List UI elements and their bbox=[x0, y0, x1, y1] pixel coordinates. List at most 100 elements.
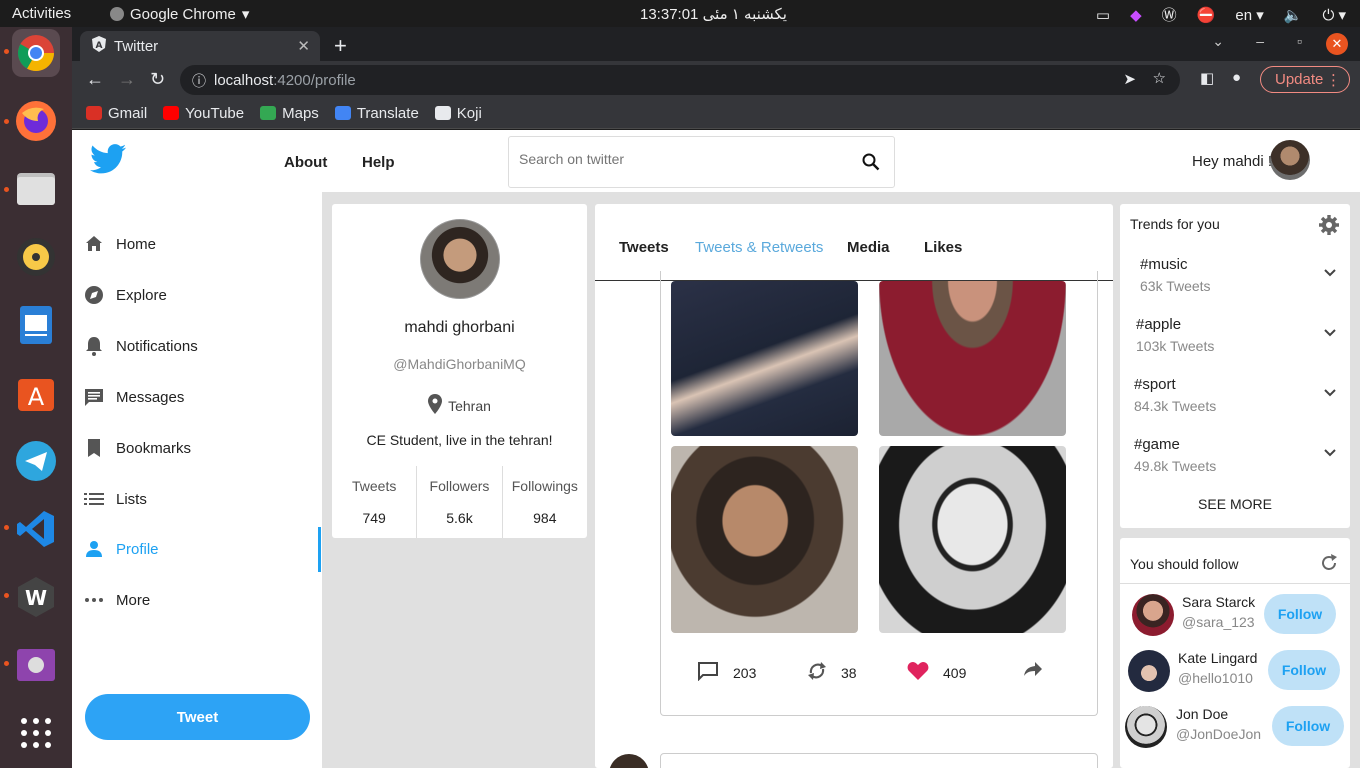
user-avatar[interactable] bbox=[1270, 140, 1310, 180]
avatar[interactable] bbox=[1128, 650, 1170, 692]
sidebar-item-messages[interactable]: Messages bbox=[84, 382, 184, 412]
webcatalog-dock-icon[interactable]: W bbox=[12, 573, 60, 621]
software-center-dock-icon[interactable]: A bbox=[12, 369, 60, 417]
close-tab-icon[interactable]: ✕ bbox=[297, 37, 310, 55]
retweet-button[interactable]: 38 bbox=[807, 661, 857, 684]
profile-icon[interactable]: ● bbox=[1232, 69, 1241, 86]
share-icon[interactable]: ➤ bbox=[1123, 70, 1136, 88]
follow-button[interactable]: Follow bbox=[1268, 650, 1340, 690]
refresh-icon[interactable] bbox=[1320, 554, 1338, 577]
stat-tweets[interactable]: Tweets 749 bbox=[332, 466, 418, 538]
tweet-media-image[interactable] bbox=[879, 281, 1066, 436]
trend-item[interactable]: #sport 84.3k Tweets bbox=[1120, 376, 1350, 436]
bookmark-koji[interactable]: Koji bbox=[434, 105, 482, 122]
camera-icon[interactable]: ▭ bbox=[1096, 6, 1110, 24]
search-input[interactable] bbox=[519, 151, 839, 167]
new-tab-button[interactable]: + bbox=[334, 33, 347, 59]
nav-help[interactable]: Help bbox=[362, 154, 395, 171]
like-button[interactable]: 409 bbox=[907, 661, 966, 684]
avatar[interactable] bbox=[1125, 706, 1167, 748]
telegram-dock-icon[interactable] bbox=[12, 437, 60, 485]
sidebar-item-profile[interactable]: Profile bbox=[84, 534, 159, 564]
maximize-button[interactable]: ▫ bbox=[1297, 33, 1302, 49]
site-info-icon[interactable]: ⓘ bbox=[192, 71, 206, 91]
nav-about[interactable]: About bbox=[284, 154, 327, 171]
tweet-author-avatar[interactable] bbox=[609, 754, 649, 768]
tab-likes[interactable]: Likes bbox=[924, 239, 962, 256]
sidebar-item-bookmarks[interactable]: Bookmarks bbox=[84, 433, 191, 463]
chevron-down-icon[interactable] bbox=[1324, 324, 1336, 342]
tweet-media-image[interactable] bbox=[879, 446, 1066, 633]
profile-name: mahdi ghorbani bbox=[404, 319, 515, 336]
search-icon[interactable] bbox=[862, 153, 880, 176]
sidebar-item-label: Lists bbox=[116, 490, 147, 508]
webcatalog-icon[interactable]: Ⓦ bbox=[1162, 4, 1177, 25]
bookmark-label: Maps bbox=[282, 104, 319, 122]
stat-followers[interactable]: Followers 5.6k bbox=[417, 466, 503, 538]
trend-item[interactable]: #apple 103k Tweets bbox=[1120, 316, 1350, 376]
tab-media[interactable]: Media bbox=[847, 239, 890, 256]
vscode-dock-icon[interactable] bbox=[12, 505, 60, 553]
follow-button[interactable]: Follow bbox=[1272, 706, 1344, 746]
tweet-button[interactable]: Tweet bbox=[85, 694, 310, 740]
back-button[interactable]: ← bbox=[86, 69, 104, 90]
close-window-button[interactable]: ✕ bbox=[1326, 33, 1348, 55]
activities-button[interactable]: Activities bbox=[12, 5, 71, 22]
bookmark-youtube[interactable]: YouTube bbox=[163, 105, 244, 122]
profile-avatar[interactable] bbox=[420, 219, 500, 299]
tab-tweets-retweets[interactable]: Tweets & Retweets bbox=[695, 239, 823, 256]
sidebar-item-explore[interactable]: Explore bbox=[84, 280, 167, 310]
rhythmbox-dock-icon[interactable] bbox=[12, 233, 60, 281]
volume-icon[interactable]: 🔈 bbox=[1284, 6, 1303, 24]
browser-tab[interactable]: A Twitter ✕ bbox=[80, 31, 320, 61]
forward-button[interactable]: → bbox=[118, 69, 136, 90]
tab-search-icon[interactable]: ⌄ bbox=[1212, 33, 1224, 50]
address-bar[interactable]: ⓘ localhost:4200/profile ➤ ☆ bbox=[180, 65, 1180, 95]
avatar[interactable] bbox=[1132, 594, 1174, 636]
see-more-button[interactable]: SEE MORE bbox=[1120, 496, 1350, 512]
tab-tweets[interactable]: Tweets bbox=[619, 239, 669, 256]
sidebar-item-lists[interactable]: Lists bbox=[84, 484, 147, 514]
video-recorder-dock-icon[interactable] bbox=[12, 641, 60, 689]
svg-text:W: W bbox=[25, 586, 47, 610]
tweet-media-image[interactable] bbox=[671, 281, 858, 436]
app-indicator-icon[interactable]: ◆ bbox=[1130, 6, 1142, 24]
reply-button[interactable]: 203 bbox=[697, 661, 756, 684]
sidebar-item-more[interactable]: More bbox=[84, 585, 150, 615]
bookmark-maps[interactable]: Maps bbox=[260, 105, 319, 122]
system-tray: ▭ ◆ Ⓦ ⛔ en ▾ 🔈 ⏻ ▾ bbox=[1096, 4, 1346, 25]
tweet-media-image[interactable] bbox=[671, 446, 858, 633]
bookmark-translate[interactable]: Translate bbox=[334, 105, 419, 122]
firefox-dock-icon[interactable] bbox=[12, 97, 60, 145]
trend-item[interactable]: #music 63k Tweets bbox=[1120, 256, 1350, 316]
power-icon[interactable]: ⏻ ▾ bbox=[1322, 6, 1346, 24]
minimize-button[interactable]: – bbox=[1256, 33, 1264, 49]
profile-location: Tehran bbox=[332, 394, 587, 417]
update-button[interactable]: Update ⋮ bbox=[1260, 66, 1350, 93]
app-menu[interactable]: Google Chrome ▾ bbox=[110, 5, 249, 23]
language-indicator[interactable]: en ▾ bbox=[1235, 6, 1263, 24]
chevron-down-icon[interactable] bbox=[1324, 444, 1336, 462]
trend-item[interactable]: #game 49.8k Tweets bbox=[1120, 436, 1350, 496]
chevron-down-icon[interactable] bbox=[1324, 264, 1336, 282]
follow-button[interactable]: Follow bbox=[1264, 594, 1336, 634]
stat-value: 984 bbox=[533, 510, 557, 526]
twitter-logo-icon[interactable] bbox=[90, 144, 126, 179]
share-button[interactable] bbox=[1023, 661, 1043, 680]
side-panel-icon[interactable]: ◧ bbox=[1200, 69, 1214, 87]
chevron-down-icon[interactable] bbox=[1324, 384, 1336, 402]
show-apps-icon[interactable] bbox=[12, 709, 60, 757]
files-dock-icon[interactable] bbox=[12, 165, 60, 213]
recording-icon[interactable]: ⛔ bbox=[1197, 6, 1216, 24]
bookmark-star-icon[interactable]: ☆ bbox=[1153, 69, 1166, 87]
sidebar-item-notifications[interactable]: Notifications bbox=[84, 331, 198, 361]
chrome-dock-icon[interactable] bbox=[12, 29, 60, 77]
gear-icon[interactable] bbox=[1318, 214, 1340, 241]
writer-dock-icon[interactable] bbox=[12, 301, 60, 349]
bookmark-gmail[interactable]: Gmail bbox=[86, 105, 147, 122]
translate-icon bbox=[334, 106, 351, 120]
sidebar-item-home[interactable]: Home bbox=[84, 229, 156, 259]
clock[interactable]: 13:37:01 یکشنبه ۱ مئی bbox=[640, 5, 787, 23]
reload-button[interactable]: ↻ bbox=[150, 69, 165, 90]
stat-followings[interactable]: Followings 984 bbox=[503, 466, 587, 538]
